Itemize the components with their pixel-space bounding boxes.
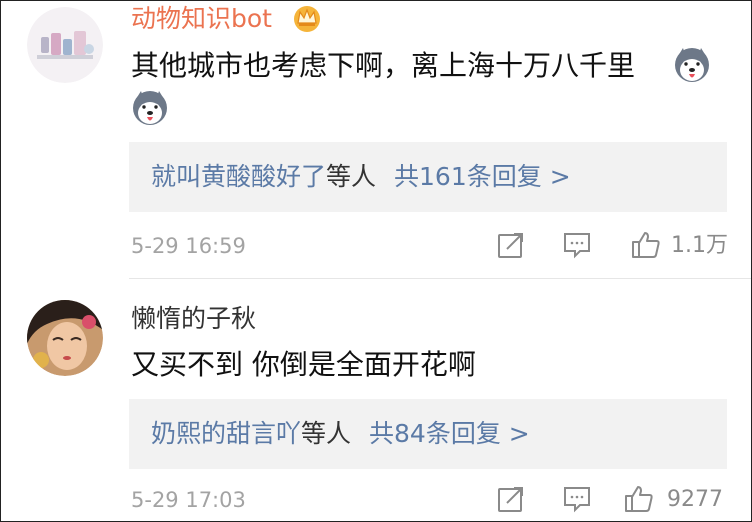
like-count: 1.1万	[671, 233, 728, 258]
like-count: 9277	[667, 487, 723, 512]
forward-icon[interactable]	[495, 483, 527, 515]
thumbs-up-icon[interactable]	[630, 229, 662, 261]
reply-count-link[interactable]: 共84条回复 >	[369, 419, 530, 448]
reply-users-suffix: 等人	[326, 162, 377, 191]
username[interactable]: 动物知识bot	[131, 3, 272, 35]
thumbs-up-icon[interactable]	[623, 483, 655, 515]
comment-text: 其他城市也考虑下啊，离上海十万八千里	[131, 49, 636, 82]
comment-icon[interactable]	[561, 483, 593, 515]
husky-emoji-icon	[131, 89, 169, 127]
reply-users-link[interactable]: 就叫黄酸酸好了	[129, 162, 326, 191]
avatar[interactable]	[27, 300, 103, 376]
username[interactable]: 懒惰的子秋	[131, 303, 256, 335]
avatar[interactable]	[27, 7, 103, 83]
comment-list: 动物知识bot 其他城市也考虑下啊，离上海十万八千里 就叫黄酸酸好了等人 共16…	[0, 0, 752, 522]
reply-summary[interactable]: 就叫黄酸酸好了等人 共161条回复 >	[129, 142, 727, 212]
reply-summary[interactable]: 奶熙的甜言吖等人 共84条回复 >	[129, 399, 727, 469]
reply-users-suffix: 等人	[301, 419, 352, 448]
comment-text: 又买不到 你倒是全面开花啊	[131, 348, 476, 381]
comment-timestamp: 5-29 16:59	[131, 234, 246, 258]
forward-icon[interactable]	[495, 229, 527, 261]
comment-timestamp: 5-29 17:03	[131, 488, 246, 512]
reply-users-link[interactable]: 奶熙的甜言吖	[129, 419, 301, 448]
crown-icon	[291, 3, 323, 33]
comment-icon[interactable]	[561, 229, 593, 261]
comment-item: 动物知识bot 其他城市也考虑下啊，离上海十万八千里 就叫黄酸酸好了等人 共16…	[1, 1, 751, 278]
comment-item: 懒惰的子秋 又买不到 你倒是全面开花啊 奶熙的甜言吖等人 共84条回复 > 5-2…	[1, 279, 751, 521]
husky-emoji-icon	[673, 46, 711, 84]
reply-count-link[interactable]: 共161条回复 >	[394, 162, 571, 191]
